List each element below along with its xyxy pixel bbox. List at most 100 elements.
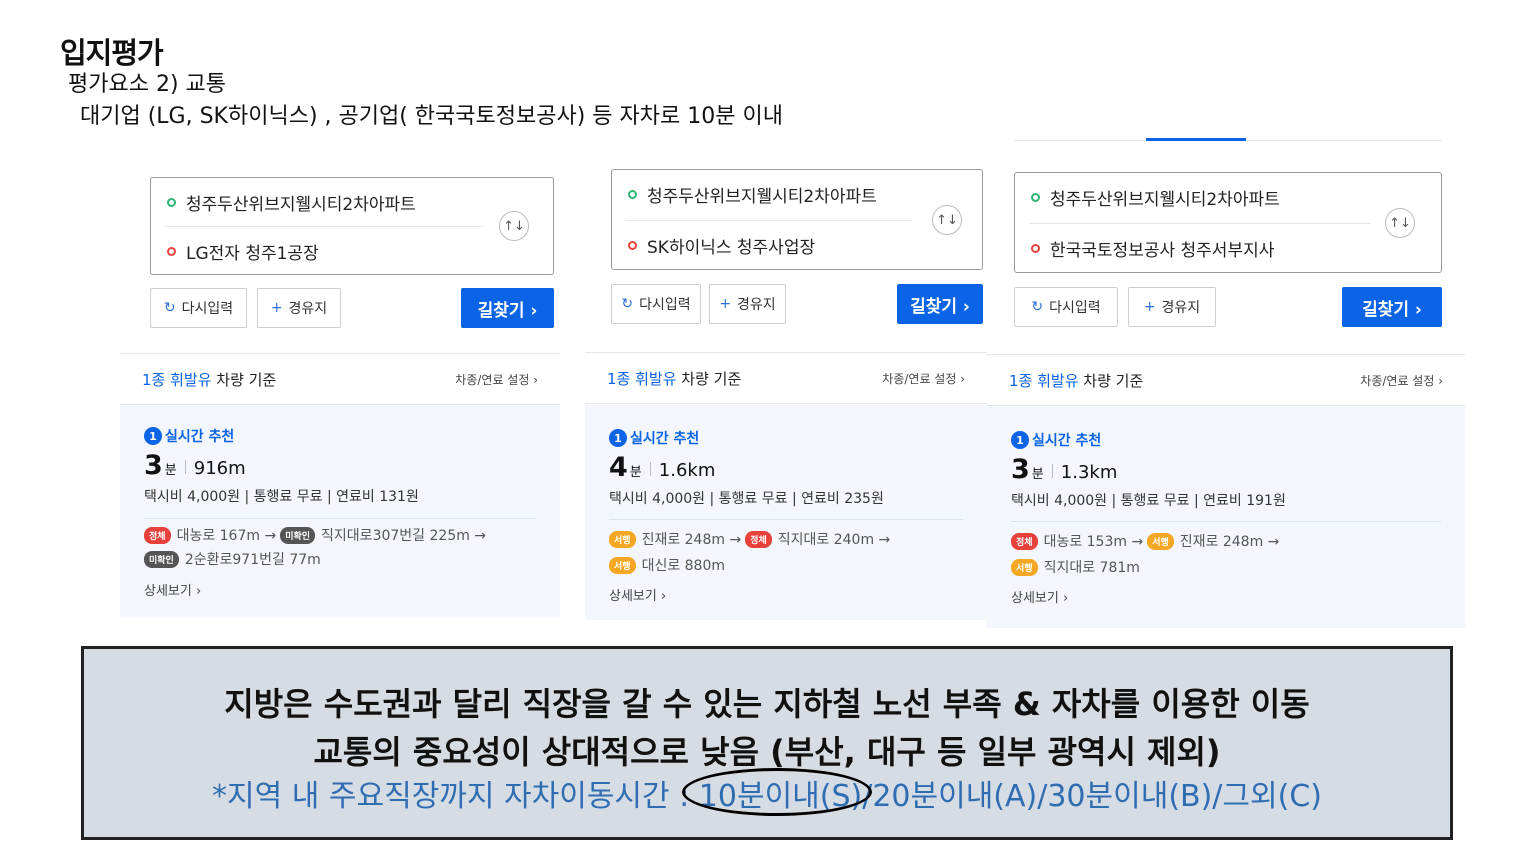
route-divider — [165, 226, 483, 227]
page-summary: 대기업 (LG, SK하이닉스) , 공기업( 한국국토정보공사) 등 자차로 … — [80, 104, 783, 129]
travel-distance: 1.6km — [658, 460, 716, 481]
refresh-icon: ↻ — [621, 296, 634, 312]
waypoint-label: 경유지 — [288, 301, 328, 317]
travel-summary: 3 분 916m — [144, 450, 246, 481]
travel-distance: 916m — [193, 458, 246, 479]
waypoint-label: 경유지 — [1161, 300, 1201, 316]
waypoint-button[interactable]: + 경유지 — [1128, 287, 1216, 327]
conclusion-box: 지방은 수도권과 달리 직장을 갈 수 있는 지하철 노선 부족 & 자차를 이… — [81, 646, 1453, 840]
detail-link[interactable]: 상세보기 › — [1011, 587, 1068, 606]
time-unit: 분 — [164, 463, 177, 478]
traffic-badge: 서행 — [609, 530, 636, 548]
route-panel-lx: 청주두산위브지웰시티2차아파트 한국국토정보공사 청주서부지사 ↑↓ ↻ 다시입… — [987, 150, 1465, 628]
segment-text: 직지대로 781m — [1043, 560, 1140, 576]
refresh-icon: ↻ — [1031, 299, 1044, 315]
traffic-badge: 서행 — [1147, 532, 1174, 550]
reset-button[interactable]: ↻ 다시입력 — [611, 284, 701, 324]
segment-line-1: 정체 대농로 167m → 미확인 직지대로307번길 225m → — [144, 525, 486, 545]
traffic-badge: 서행 — [609, 556, 636, 574]
segment-text: 직지대로307번길 225m → — [321, 528, 487, 544]
waypoint-button[interactable]: + 경유지 — [709, 284, 786, 324]
recommendation-label: 1 실시간 추천 — [144, 426, 234, 446]
vehicle-basis-row: 1종 휘발유 차량 기준 차종/연료 설정 › — [585, 352, 987, 404]
result-divider — [609, 519, 963, 520]
detail-link[interactable]: 상세보기 › — [144, 580, 201, 599]
waypoint-label: 경유지 — [737, 297, 776, 313]
fuel-type: 1종 휘발유 — [607, 369, 677, 388]
page-subtitle: 평가요소 2) 교통 — [68, 72, 227, 97]
result-divider — [1011, 521, 1441, 522]
vehicle-basis: 1종 휘발유 차량 기준 — [607, 368, 741, 389]
route-result[interactable]: 1 실시간 추천 4 분 1.6km 택시비 4,000원 | 통행료 무료 |… — [585, 405, 987, 620]
origin-field[interactable]: 청주두산위브지웰시티2차아파트 — [167, 190, 416, 215]
plus-icon: + — [1143, 299, 1156, 315]
rank-badge: 1 — [144, 427, 162, 445]
conclusion-line-1: 지방은 수도권과 달리 직장을 갈 수 있는 지하철 노선 부족 & 자차를 이… — [224, 685, 1310, 723]
search-route-button[interactable]: 길찾기 › — [897, 284, 983, 324]
basis-suffix: 차량 기준 — [676, 369, 742, 388]
route-input-box: 청주두산위브지웰시티2차아파트 SK하이닉스 청주사업장 ↑↓ — [611, 169, 983, 270]
travel-summary: 4 분 1.6km — [609, 452, 715, 483]
fuel-type: 1종 휘발유 — [1009, 371, 1079, 390]
detail-link[interactable]: 상세보기 › — [609, 585, 666, 604]
time-unit: 분 — [1031, 467, 1044, 482]
recommendation-text: 실시간 추천 — [165, 429, 235, 445]
origin-dot-icon — [628, 190, 637, 199]
highlight-ellipse — [682, 768, 872, 816]
route-panel-lg: 청주두산위브지웰시티2차아파트 LG전자 청주1공장 ↑↓ ↻ 다시입력 + 경… — [120, 155, 560, 617]
route-panel-sk: 청주두산위브지웰시티2차아파트 SK하이닉스 청주사업장 ↑↓ ↻ 다시입력 +… — [585, 150, 987, 620]
search-route-button[interactable]: 길찾기 › — [461, 288, 554, 328]
swap-icon[interactable]: ↑↓ — [499, 211, 529, 241]
swap-icon[interactable]: ↑↓ — [932, 205, 962, 235]
recommendation-label: 1 실시간 추천 — [1011, 430, 1101, 450]
origin-text: 청주두산위브지웰시티2차아파트 — [647, 187, 877, 207]
route-input-box: 청주두산위브지웰시티2차아파트 LG전자 청주1공장 ↑↓ — [150, 177, 554, 275]
destination-dot-icon — [628, 241, 637, 250]
rank-badge: 1 — [609, 429, 627, 447]
destination-field[interactable]: SK하이닉스 청주사업장 — [628, 233, 815, 258]
active-tab-indicator — [1146, 138, 1246, 141]
route-result[interactable]: 1 실시간 추천 3 분 916m 택시비 4,000원 | 통행료 무료 | … — [120, 406, 560, 617]
segment-text: 진재로 248m → — [1179, 534, 1280, 550]
destination-field[interactable]: 한국국토정보공사 청주서부지사 — [1031, 236, 1274, 261]
destination-text: SK하이닉스 청주사업장 — [647, 238, 816, 258]
time-unit: 분 — [629, 465, 642, 480]
segment-text: 대농로 167m → — [176, 528, 277, 544]
cost-summary: 택시비 4,000원 | 통행료 무료 | 연료비 191원 — [1011, 493, 1286, 509]
result-divider — [144, 518, 536, 519]
origin-field[interactable]: 청주두산위브지웰시티2차아파트 — [628, 182, 877, 207]
reset-button[interactable]: ↻ 다시입력 — [1014, 287, 1118, 327]
vehicle-settings-link[interactable]: 차종/연료 설정 › — [455, 371, 538, 388]
refresh-icon: ↻ — [163, 300, 176, 316]
search-route-button[interactable]: 길찾기 › — [1342, 287, 1442, 327]
travel-time: 3 — [1011, 454, 1030, 485]
route-result[interactable]: 1 실시간 추천 3 분 1.3km 택시비 4,000원 | 통행료 무료 |… — [987, 407, 1465, 628]
segment-line-1: 서행 진재로 248m → 정체 직지대로 240m → — [609, 529, 890, 549]
segment-line-2: 서행 직지대로 781m — [1011, 557, 1140, 577]
swap-icon[interactable]: ↑↓ — [1385, 208, 1415, 238]
reset-label: 다시입력 — [181, 301, 234, 317]
waypoint-button[interactable]: + 경유지 — [257, 288, 341, 328]
cost-summary: 택시비 4,000원 | 통행료 무료 | 연료비 131원 — [144, 489, 419, 505]
fuel-type: 1종 휘발유 — [142, 370, 212, 389]
origin-field[interactable]: 청주두산위브지웰시티2차아파트 — [1031, 185, 1280, 210]
destination-dot-icon — [1031, 244, 1040, 253]
reset-button[interactable]: ↻ 다시입력 — [150, 288, 247, 328]
traffic-badge: 미확인 — [280, 526, 316, 544]
rank-badge: 1 — [1011, 431, 1029, 449]
recommendation-text: 실시간 추천 — [1032, 433, 1102, 449]
plus-icon: + — [270, 300, 283, 316]
basis-suffix: 차량 기준 — [1078, 371, 1144, 390]
traffic-badge: 서행 — [1011, 558, 1038, 576]
segment-line-2: 미확인 2순환로971번길 77m — [144, 549, 321, 569]
destination-text: 한국국토정보공사 청주서부지사 — [1050, 241, 1275, 261]
segment-text: 대농로 153m → — [1043, 534, 1144, 550]
segment-text: 대신로 880m — [641, 558, 726, 574]
vehicle-settings-link[interactable]: 차종/연료 설정 › — [1360, 372, 1443, 389]
recommendation-label: 1 실시간 추천 — [609, 428, 699, 448]
segment-text: 직지대로 240m → — [777, 532, 891, 548]
destination-text: LG전자 청주1공장 — [186, 244, 319, 264]
vehicle-settings-link[interactable]: 차종/연료 설정 › — [882, 370, 965, 387]
destination-field[interactable]: LG전자 청주1공장 — [167, 239, 319, 264]
cost-summary: 택시비 4,000원 | 통행료 무료 | 연료비 235원 — [609, 491, 884, 507]
